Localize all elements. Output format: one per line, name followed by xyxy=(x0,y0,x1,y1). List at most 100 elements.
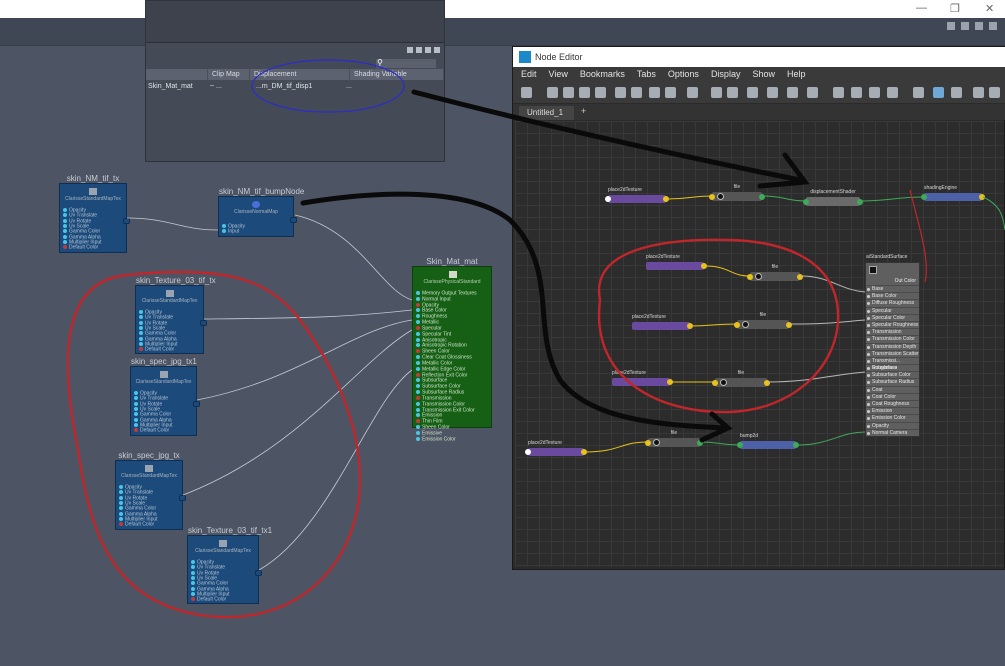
menu-options[interactable]: Options xyxy=(668,67,699,82)
ai-attribute[interactable]: Coat xyxy=(866,385,919,393)
toolbar-tool-icon[interactable] xyxy=(933,87,944,98)
ai-attribute[interactable]: Subsurface Radius xyxy=(866,378,919,385)
input-pin[interactable] xyxy=(525,449,531,455)
node-shading-engine[interactable]: shadingEngine xyxy=(921,185,985,201)
node-ai-standard-surface[interactable]: aiStandardSurface Out Color Base Base Col… xyxy=(865,254,920,437)
toolbar-tool-icon[interactable] xyxy=(833,87,844,98)
node-skin-nm-tx[interactable]: skin_NM_tif_tx ClarisseStandardMapTex Op… xyxy=(59,174,130,253)
toolbar-tool-icon[interactable] xyxy=(727,87,738,98)
node-place2d-4[interactable]: place2dTexture xyxy=(525,440,587,456)
output-pin[interactable] xyxy=(697,439,703,446)
clip-map-value[interactable]: ~ ... xyxy=(208,81,254,93)
ai-attribute[interactable]: Diffuse Roughness xyxy=(866,299,919,306)
node-file-4[interactable]: file xyxy=(645,430,703,447)
output-pin[interactable] xyxy=(663,196,669,202)
panel-layout-icon[interactable] xyxy=(434,47,440,53)
ai-attribute[interactable]: Subsurface xyxy=(866,364,919,371)
node-place2d-1[interactable]: place2dTexture xyxy=(646,254,707,270)
node-file-2[interactable]: file xyxy=(734,312,792,329)
menu-display[interactable]: Display xyxy=(711,67,741,82)
toolbar-tool-icon[interactable] xyxy=(615,87,626,98)
menu-edit[interactable]: Edit xyxy=(521,67,537,82)
node-skin-spec1[interactable]: skin_spec_jpg_tx1 ClarisseStandardMapTex… xyxy=(130,357,200,436)
menu-tabs[interactable]: Tabs xyxy=(637,67,656,82)
ai-attribute[interactable]: Transmission Color xyxy=(866,335,919,342)
panel-layout-icon[interactable] xyxy=(407,47,413,53)
input-pin[interactable] xyxy=(712,379,718,386)
output-pin[interactable] xyxy=(581,449,587,455)
output-port[interactable] xyxy=(255,569,262,576)
node-skin-texture03-1[interactable]: skin_Texture_03_tif_tx1 ClarisseStandard… xyxy=(187,526,272,604)
node-file-1[interactable]: file xyxy=(747,264,803,281)
node-attribute[interactable]: Default Color xyxy=(191,597,230,602)
output-pin[interactable] xyxy=(701,263,707,269)
node-skin-spec[interactable]: skin_spec_jpg_tx ClarisseStandardMapTex … xyxy=(115,451,186,530)
node-place2d-3[interactable]: place2dTexture xyxy=(612,370,673,386)
displacement-value[interactable]: ...m_DM_tif_disp1 xyxy=(254,81,344,93)
input-pin[interactable] xyxy=(605,196,611,202)
ai-attribute[interactable]: Base Color xyxy=(866,292,919,299)
node-skin-mat[interactable]: Skin_Mat_mat ClarissePhysicalStandard Me… xyxy=(412,257,492,442)
menu-bookmarks[interactable]: Bookmarks xyxy=(580,67,625,82)
column-shading-variable[interactable]: Shading Variable xyxy=(350,69,444,80)
node-attribute[interactable]: Default Color xyxy=(63,245,102,250)
output-pin[interactable] xyxy=(857,198,863,205)
ai-attribute[interactable]: Emission xyxy=(866,407,919,414)
output-port[interactable] xyxy=(200,319,207,326)
toolbar-tool-icon[interactable] xyxy=(665,87,676,98)
toolbar-tool-icon[interactable] xyxy=(767,87,778,98)
node-attribute[interactable]: Default Color xyxy=(134,428,173,433)
input-pin[interactable] xyxy=(803,198,809,205)
output-port[interactable] xyxy=(290,216,297,223)
ai-attribute[interactable]: Subsurface Color xyxy=(866,371,919,378)
toolbar-tool-icon[interactable] xyxy=(973,87,984,98)
toolbar-tool-icon[interactable] xyxy=(631,87,642,98)
more-value[interactable]: ... xyxy=(344,81,364,93)
tab-untitled[interactable]: Untitled_1 xyxy=(519,106,574,120)
input-pin[interactable] xyxy=(747,273,753,280)
toolbar-tool-icon[interactable] xyxy=(747,87,758,98)
toolbar-tool-icon[interactable] xyxy=(951,87,962,98)
node-attribute[interactable]: Default Color xyxy=(119,522,158,527)
ai-attribute[interactable]: Specular Roughness xyxy=(866,320,919,328)
minimize-button[interactable]: — xyxy=(916,2,927,14)
input-pin[interactable] xyxy=(921,194,927,200)
output-pin[interactable] xyxy=(797,273,803,280)
menu-help[interactable]: Help xyxy=(787,67,806,82)
layout-icon-4[interactable] xyxy=(989,22,997,30)
ai-attribute[interactable]: Opacity xyxy=(866,421,919,429)
node-skin-nm-bump[interactable]: skin_NM_tif_bumpNode ClarisseNormalMap O… xyxy=(218,187,304,237)
output-pin[interactable] xyxy=(759,193,765,200)
output-pin[interactable] xyxy=(786,321,792,328)
column-clip-map[interactable]: Clip Map xyxy=(208,69,250,80)
ai-attribute[interactable]: Transmission xyxy=(866,328,919,335)
input-pin[interactable] xyxy=(709,193,715,200)
node-attribute[interactable]: Input xyxy=(222,229,245,234)
node-skin-texture03[interactable]: skin_Texture_03_tif_tx ClarisseStandardM… xyxy=(135,276,216,354)
toolbar-tool-icon[interactable] xyxy=(579,87,590,98)
ai-attribute[interactable]: Coat Color xyxy=(866,392,919,400)
close-button[interactable]: ✕ xyxy=(985,2,994,15)
toolbar-tool-icon[interactable] xyxy=(869,87,880,98)
node-attribute[interactable]: Default Color xyxy=(139,347,178,352)
ai-attribute[interactable]: Emission Color xyxy=(866,414,919,421)
toolbar-tool-icon[interactable] xyxy=(563,87,574,98)
ai-attribute[interactable]: Transmission Depth xyxy=(866,342,919,350)
restore-button[interactable]: ❐ xyxy=(950,2,960,15)
add-tab-button[interactable]: + xyxy=(581,106,586,116)
output-port[interactable] xyxy=(179,495,186,501)
toolbar-tool-icon[interactable] xyxy=(547,87,558,98)
ai-attribute[interactable]: Specular Color xyxy=(866,313,919,321)
output-port[interactable] xyxy=(123,218,130,224)
toolbar-tool-icon[interactable] xyxy=(595,87,606,98)
layout-icon-2[interactable] xyxy=(961,22,969,30)
ai-attribute[interactable]: Transmissi... Roughness xyxy=(866,356,919,371)
node-place2d-2[interactable]: place2dTexture xyxy=(632,314,693,330)
node-attribute[interactable]: Emission Color xyxy=(416,436,477,443)
layout-icon-3[interactable] xyxy=(975,22,983,30)
toolbar-tool-icon[interactable] xyxy=(887,87,898,98)
output-pin[interactable] xyxy=(793,442,799,448)
menu-show[interactable]: Show xyxy=(752,67,775,82)
panel-layout-icon[interactable] xyxy=(425,47,431,53)
toolbar-tool-icon[interactable] xyxy=(807,87,818,98)
